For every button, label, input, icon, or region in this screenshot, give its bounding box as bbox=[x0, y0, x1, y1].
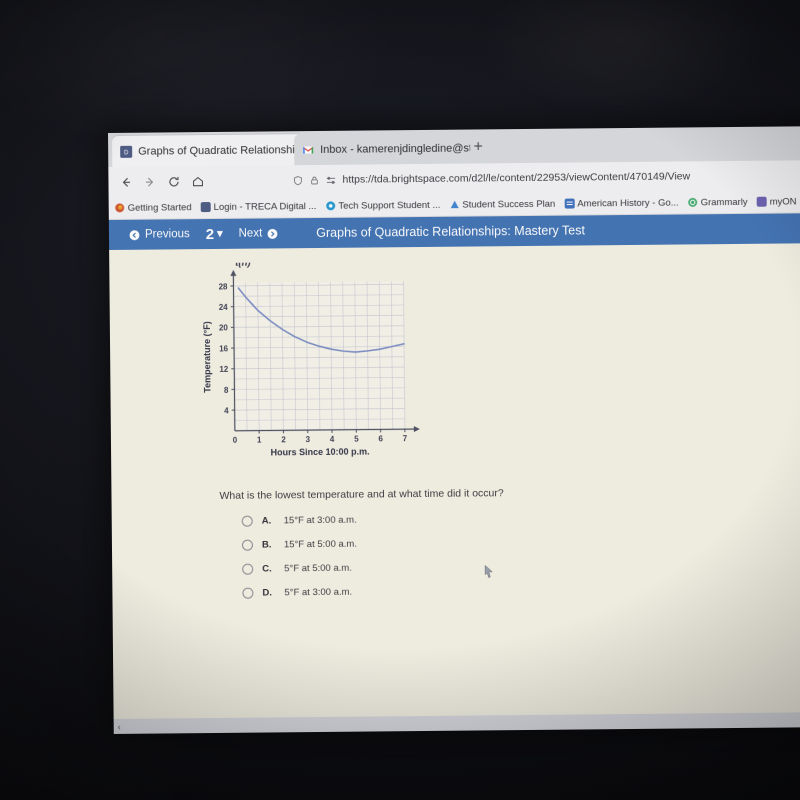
svg-text:1: 1 bbox=[257, 436, 262, 445]
choice-c[interactable]: C. 5°F at 5:00 a.m. bbox=[242, 558, 800, 575]
tab-title: Inbox - kamerenjdingledine@st bbox=[320, 142, 471, 156]
quiz-title: Graphs of Quadratic Relationships: Maste… bbox=[316, 223, 585, 241]
svg-text:6: 6 bbox=[378, 434, 383, 443]
lock-icon[interactable] bbox=[309, 174, 319, 185]
bookmark-label: American History - Go... bbox=[577, 197, 679, 209]
question-prompt: What is the lowest temperature and at wh… bbox=[219, 487, 504, 502]
answer-choices: A. 15°F at 3:00 a.m. B. 15°F at 5:00 a.m… bbox=[241, 510, 800, 599]
reader-view-icon[interactable] bbox=[325, 175, 336, 184]
choice-d[interactable]: D. 5°F at 3:00 a.m. bbox=[242, 582, 800, 599]
new-tab-button[interactable]: + bbox=[468, 137, 488, 157]
forward-arrow-icon[interactable] bbox=[138, 170, 160, 192]
question-number: 2 bbox=[205, 225, 215, 243]
choice-letter: B. bbox=[261, 539, 272, 551]
radio-button-a[interactable] bbox=[241, 515, 253, 527]
page-content: Previous 2 ▾ Next Graphs of Quadratic Re… bbox=[108, 213, 800, 734]
drive-icon bbox=[450, 200, 459, 209]
previous-arrow-icon bbox=[129, 229, 140, 240]
radio-button-b[interactable] bbox=[241, 539, 254, 551]
chevron-left-icon[interactable]: ‹ bbox=[118, 722, 121, 732]
reload-icon[interactable] bbox=[162, 170, 184, 192]
bookmark-label: myON bbox=[769, 195, 797, 208]
svg-text:5: 5 bbox=[354, 435, 359, 444]
next-label: Next bbox=[238, 227, 263, 240]
url-text: https://tda.brightspace.com/d2l/le/conte… bbox=[342, 170, 691, 186]
bookmark-myon[interactable]: myON bbox=[756, 195, 797, 208]
laptop-screen: D Graphs of Quadratic Relationshi ✕ Inbo… bbox=[108, 126, 800, 734]
svg-text:7: 7 bbox=[403, 434, 408, 443]
quadratic-graph: 48121620242801234567t(h)hHours Since 10:… bbox=[191, 261, 423, 478]
svg-text:Hours Since 10:00 p.m.: Hours Since 10:00 p.m. bbox=[271, 447, 370, 458]
bookmark-label: Getting Started bbox=[127, 201, 192, 214]
browser-tab-strip: D Graphs of Quadratic Relationshi ✕ Inbo… bbox=[108, 126, 800, 167]
svg-text:3: 3 bbox=[306, 435, 311, 444]
firefox-icon bbox=[115, 203, 125, 213]
d2l-icon bbox=[200, 202, 211, 213]
choice-text: 15°F at 5:00 a.m. bbox=[283, 538, 357, 551]
bookmark-label: Tech Support Student ... bbox=[338, 199, 441, 212]
gmail-favicon bbox=[303, 146, 314, 154]
bookmark-login-treca[interactable]: Login - TRECA Digital ... bbox=[200, 200, 317, 213]
grammarly-icon bbox=[688, 197, 698, 207]
url-bar[interactable]: https://tda.brightspace.com/d2l/le/conte… bbox=[286, 165, 800, 191]
choice-text: 15°F at 3:00 a.m. bbox=[283, 514, 357, 527]
myon-icon bbox=[756, 196, 767, 207]
bookmark-grammarly[interactable]: Grammarly bbox=[688, 196, 748, 208]
support-icon bbox=[325, 201, 335, 211]
shield-icon[interactable] bbox=[292, 175, 303, 186]
home-icon[interactable] bbox=[186, 170, 208, 192]
bookmark-american-history[interactable]: American History - Go... bbox=[564, 197, 679, 209]
d2l-favicon: D bbox=[120, 145, 133, 158]
svg-text:28: 28 bbox=[219, 282, 229, 291]
svg-text:20: 20 bbox=[219, 324, 229, 333]
next-arrow-icon bbox=[267, 228, 278, 239]
choice-letter: D. bbox=[262, 587, 272, 599]
bookmark-student-success[interactable]: Student Success Plan bbox=[449, 198, 555, 210]
sheets-icon bbox=[564, 198, 575, 209]
chevron-down-icon: ▾ bbox=[217, 227, 223, 240]
svg-text:D: D bbox=[124, 150, 129, 156]
bookmark-getting-started[interactable]: Getting Started bbox=[115, 202, 192, 214]
choice-text: 5°F at 5:00 a.m. bbox=[284, 562, 352, 575]
svg-text:8: 8 bbox=[224, 386, 229, 395]
next-button[interactable]: Next bbox=[229, 227, 289, 240]
svg-text:4: 4 bbox=[330, 435, 335, 444]
question-body: 48121620242801234567t(h)hHours Since 10:… bbox=[109, 243, 800, 600]
previous-label: Previous bbox=[144, 228, 190, 241]
radio-button-c[interactable] bbox=[242, 563, 254, 575]
svg-text:24: 24 bbox=[219, 303, 229, 312]
svg-text:2: 2 bbox=[281, 435, 286, 444]
browser-tab-active[interactable]: D Graphs of Quadratic Relationshi ✕ bbox=[112, 134, 304, 167]
choice-text: 5°F at 3:00 a.m. bbox=[284, 586, 353, 599]
back-arrow-icon[interactable] bbox=[114, 171, 136, 193]
bookmark-label: Grammarly bbox=[700, 196, 748, 208]
graph-svg: 48121620242801234567t(h)hHours Since 10:… bbox=[202, 261, 423, 458]
choice-letter: C. bbox=[262, 563, 272, 575]
previous-button[interactable]: Previous bbox=[119, 228, 200, 241]
mouse-cursor bbox=[484, 564, 493, 578]
svg-text:Temperature (°F): Temperature (°F) bbox=[202, 321, 213, 393]
tab-title: Graphs of Quadratic Relationshi bbox=[138, 143, 295, 158]
radio-button-d[interactable] bbox=[242, 587, 254, 599]
choice-a[interactable]: A. 15°F at 3:00 a.m. bbox=[241, 510, 800, 527]
svg-text:0: 0 bbox=[233, 436, 238, 445]
svg-text:4: 4 bbox=[224, 406, 229, 415]
svg-text:16: 16 bbox=[219, 344, 229, 353]
browser-tab-inactive[interactable]: Inbox - kamerenjdingledine@st ✕ bbox=[294, 132, 471, 166]
bookmark-tech-support[interactable]: Tech Support Student ... bbox=[325, 199, 440, 211]
choice-b[interactable]: B. 15°F at 5:00 a.m. bbox=[241, 534, 800, 551]
question-number-dropdown[interactable]: 2 ▾ bbox=[200, 225, 229, 242]
svg-text:t(h): t(h) bbox=[235, 261, 250, 269]
svg-text:12: 12 bbox=[219, 365, 229, 374]
bookmark-label: Student Success Plan bbox=[462, 198, 556, 211]
bookmark-label: Login - TRECA Digital ... bbox=[213, 200, 317, 213]
choice-letter: A. bbox=[261, 515, 272, 527]
